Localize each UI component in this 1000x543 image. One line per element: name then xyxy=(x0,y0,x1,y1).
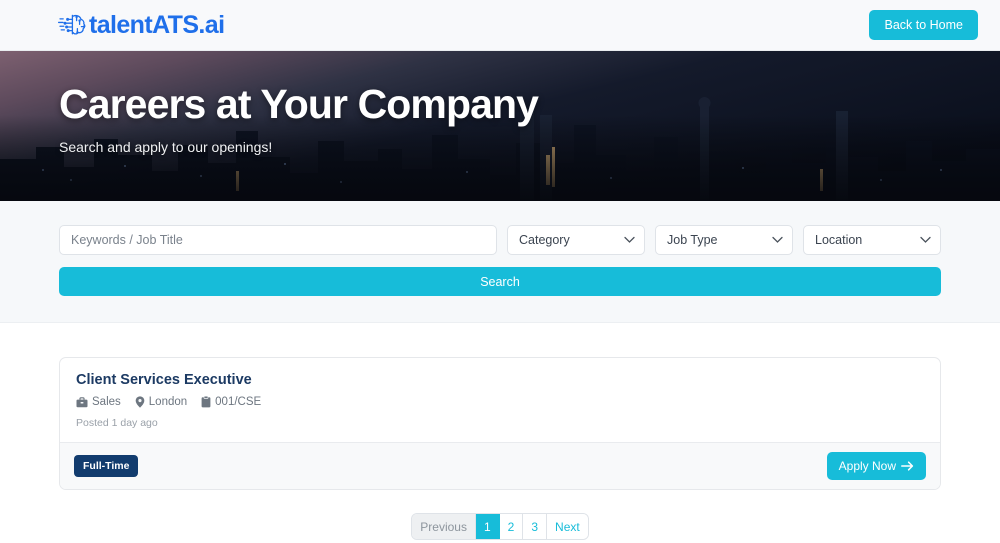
pagination-page-1[interactable]: 1 xyxy=(475,514,500,539)
clipboard-icon xyxy=(201,396,211,408)
hero-subtitle: Search and apply to our openings! xyxy=(59,139,273,156)
job-location: London xyxy=(135,396,187,408)
arrow-right-icon xyxy=(901,461,914,471)
job-reference-label: 001/CSE xyxy=(215,396,262,408)
job-posted-date: Posted 1 day ago xyxy=(76,417,158,429)
pagination-next[interactable]: Next xyxy=(547,514,588,539)
search-input[interactable] xyxy=(59,225,497,255)
category-select-label: Category xyxy=(519,233,570,247)
page-title: Careers at Your Company xyxy=(59,81,539,127)
pagination-page-3[interactable]: 3 xyxy=(523,514,548,539)
job-card-footer: Full-Time Apply Now xyxy=(60,442,940,489)
circuit-brain-icon xyxy=(58,14,86,35)
job-type-select[interactable]: Job Type xyxy=(655,225,793,255)
job-department-label: Sales xyxy=(92,396,121,408)
job-search-panel: Category Job Type Location Search xyxy=(0,201,1000,323)
job-meta: Sales London 001/CSE xyxy=(76,396,924,408)
map-pin-icon xyxy=(135,396,145,408)
job-location-label: London xyxy=(148,396,188,408)
category-select[interactable]: Category xyxy=(507,225,645,255)
hero-banner: Careers at Your Company Search and apply… xyxy=(0,51,1000,201)
pagination-page-2[interactable]: 2 xyxy=(499,514,524,539)
brand-logo[interactable]: talentATS.ai xyxy=(57,10,225,39)
location-select-label: Location xyxy=(815,233,863,247)
pagination: Previous 1 2 3 Next xyxy=(59,514,941,539)
briefcase-icon xyxy=(76,396,88,407)
search-fields-row: Category Job Type Location xyxy=(59,225,941,255)
location-select[interactable]: Location xyxy=(803,225,941,255)
pagination-group: Previous 1 2 3 Next xyxy=(412,514,588,539)
employment-type-badge: Full-Time xyxy=(74,455,139,477)
job-department: Sales xyxy=(76,396,121,408)
job-card-body: Client Services Executive Sales London 0… xyxy=(60,358,940,442)
job-type-select-label: Job Type xyxy=(667,233,718,247)
apply-now-label: Apply Now xyxy=(838,459,896,473)
job-reference: 001/CSE xyxy=(201,396,261,408)
site-header: talentATS.ai Back to Home xyxy=(0,0,1000,51)
job-results-list: Client Services Executive Sales London 0… xyxy=(0,323,1000,539)
job-card[interactable]: Client Services Executive Sales London 0… xyxy=(59,357,941,490)
pagination-previous[interactable]: Previous xyxy=(412,514,476,539)
search-button[interactable]: Search xyxy=(59,267,941,296)
brand-name: talentATS.ai xyxy=(89,10,225,39)
apply-now-button[interactable]: Apply Now xyxy=(826,452,926,480)
back-to-home-button[interactable]: Back to Home xyxy=(869,10,978,40)
job-title[interactable]: Client Services Executive xyxy=(76,372,924,388)
